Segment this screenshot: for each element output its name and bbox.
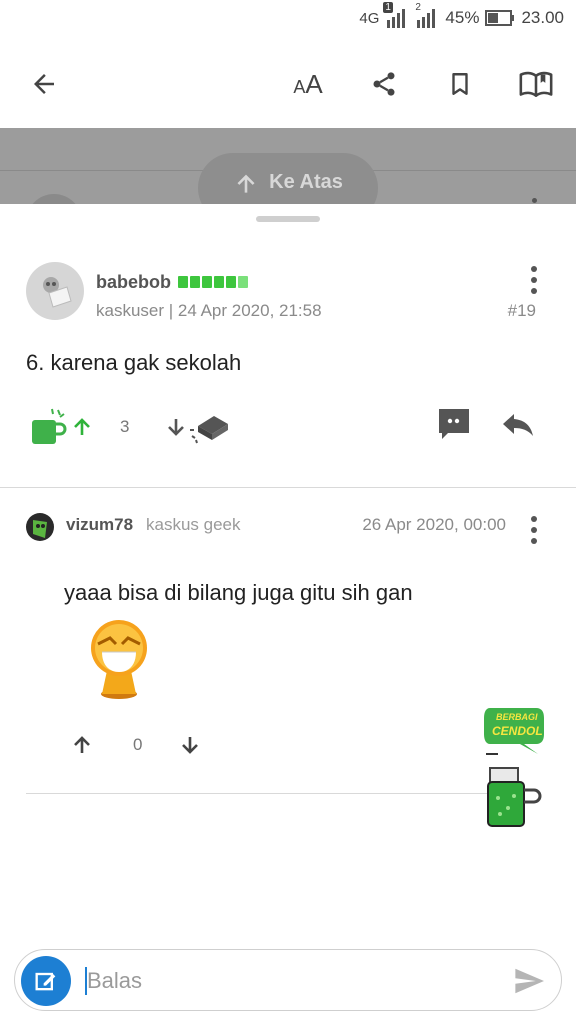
comment-username[interactable]: vizum78: [66, 515, 133, 535]
send-icon[interactable]: [511, 964, 547, 998]
text-size-icon[interactable]: AA: [286, 64, 330, 104]
comment-vote-count: 0: [133, 735, 143, 754]
bata-icon[interactable]: [188, 408, 232, 446]
avatar-icon: [33, 520, 47, 538]
upvote-icon[interactable]: [70, 414, 94, 440]
back-arrow-icon[interactable]: [24, 64, 64, 104]
scroll-top-button[interactable]: Ke Atas: [198, 153, 378, 206]
battery-icon: [485, 9, 515, 27]
promo-badge-line2: CENDOL: [492, 724, 543, 738]
background-more-icon: [532, 198, 537, 203]
clock: 23.00: [521, 8, 564, 27]
post-actions: 3: [0, 404, 576, 448]
comment-date: 26 Apr 2020, 00:00: [362, 515, 506, 534]
text-size-small: A: [293, 76, 306, 97]
share-icon[interactable]: [364, 64, 404, 104]
promo-badge-line1: BERBAGI: [496, 712, 538, 722]
arrow-up-icon: [237, 174, 255, 193]
berbagi-cendol-button[interactable]: BERBAGI CENDOL: [484, 702, 554, 832]
thread-sheet: babebob kaskuser | 24 Apr 2020, 21:58 #1…: [0, 204, 576, 1024]
network-type: 4G: [359, 9, 380, 27]
reply-icon[interactable]: [500, 410, 536, 440]
reply-bar: [14, 949, 562, 1011]
avatar[interactable]: [26, 262, 84, 320]
sim2-signal-icon: 2: [415, 2, 439, 28]
more-vert-icon[interactable]: [528, 516, 540, 544]
upvote-icon[interactable]: [70, 732, 94, 758]
post-divider: [0, 487, 576, 488]
downvote-icon[interactable]: [178, 732, 202, 758]
sim1-label: 1: [383, 2, 393, 13]
avatar[interactable]: [26, 513, 54, 541]
post-meta: kaskuser | 24 Apr 2020, 21:58: [96, 301, 322, 320]
avatar-icon: [43, 277, 72, 308]
dimmed-overlay[interactable]: Ke Atas: [0, 128, 576, 206]
post-username[interactable]: babebob: [96, 272, 171, 293]
emoji-icon: [91, 620, 147, 699]
vote-count: 3: [120, 417, 130, 436]
comment-rank: kaskus geek: [146, 515, 241, 534]
status-bar: 4G 1 2 45% 23.00: [0, 0, 576, 40]
comment-body: yaaa bisa di bilang juga gitu sih gan: [64, 580, 413, 605]
bookmark-icon[interactable]: [440, 64, 480, 104]
cendol-icon[interactable]: [28, 406, 72, 446]
text-size-large: A: [305, 68, 323, 99]
app-bar: AA: [0, 40, 576, 128]
scroll-top-label: Ke Atas: [269, 171, 343, 193]
more-vert-icon[interactable]: [528, 266, 540, 294]
post-body: 6. karena gak sekolah: [26, 350, 242, 375]
quote-icon[interactable]: [436, 406, 472, 442]
comment-divider: [26, 793, 496, 794]
sim2-label: 2: [415, 2, 421, 13]
book-icon[interactable]: [516, 64, 556, 104]
post-number[interactable]: #19: [508, 301, 536, 321]
edit-icon[interactable]: [21, 956, 71, 1006]
reply-input[interactable]: [85, 964, 485, 998]
sim1-signal-icon: 1: [383, 2, 409, 28]
sheet-drag-handle[interactable]: [256, 216, 320, 222]
battery-percent: 45%: [445, 8, 480, 27]
reputation-bar: [178, 276, 248, 288]
downvote-icon[interactable]: [164, 414, 188, 440]
